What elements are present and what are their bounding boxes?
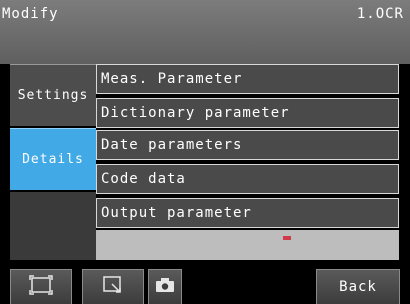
tab-details[interactable]: Details: [10, 128, 96, 190]
menu-item-label: Date parameters: [101, 137, 243, 153]
position-marker: [283, 236, 291, 240]
menu-item-dictionary-parameter[interactable]: Dictionary parameter: [96, 98, 399, 128]
tab-settings-label: Settings: [17, 88, 89, 103]
image-preview-strip: [96, 230, 399, 260]
menu-item-label: Meas. Parameter: [101, 71, 243, 87]
back-button-label: Back: [339, 279, 377, 295]
header-bar: Modify 1.OCR: [0, 0, 410, 64]
menu-item-label: Dictionary parameter: [101, 105, 290, 121]
tab-details-label: Details: [22, 152, 84, 167]
frame-button[interactable]: [10, 269, 72, 304]
frame-icon: [29, 275, 53, 299]
tab-settings[interactable]: Settings: [10, 64, 96, 126]
zoom-window-button[interactable]: [82, 269, 144, 304]
back-button[interactable]: Back: [316, 269, 400, 304]
tab-empty-area: [10, 192, 96, 260]
menu-item-label: Code data: [101, 171, 186, 187]
menu-item-date-parameters[interactable]: Date parameters: [96, 130, 399, 160]
camera-button[interactable]: [148, 269, 182, 304]
menu-item-code-data[interactable]: Code data: [96, 164, 399, 194]
zoom-window-icon: [102, 275, 124, 299]
menu-item-output-parameter[interactable]: Output parameter: [96, 198, 399, 228]
camera-icon: [155, 277, 175, 297]
menu-item-meas-parameter[interactable]: Meas. Parameter: [96, 64, 399, 94]
menu-item-label: Output parameter: [101, 205, 252, 221]
scene-label: 1.OCR: [356, 6, 404, 22]
page-title: Modify: [2, 6, 59, 22]
